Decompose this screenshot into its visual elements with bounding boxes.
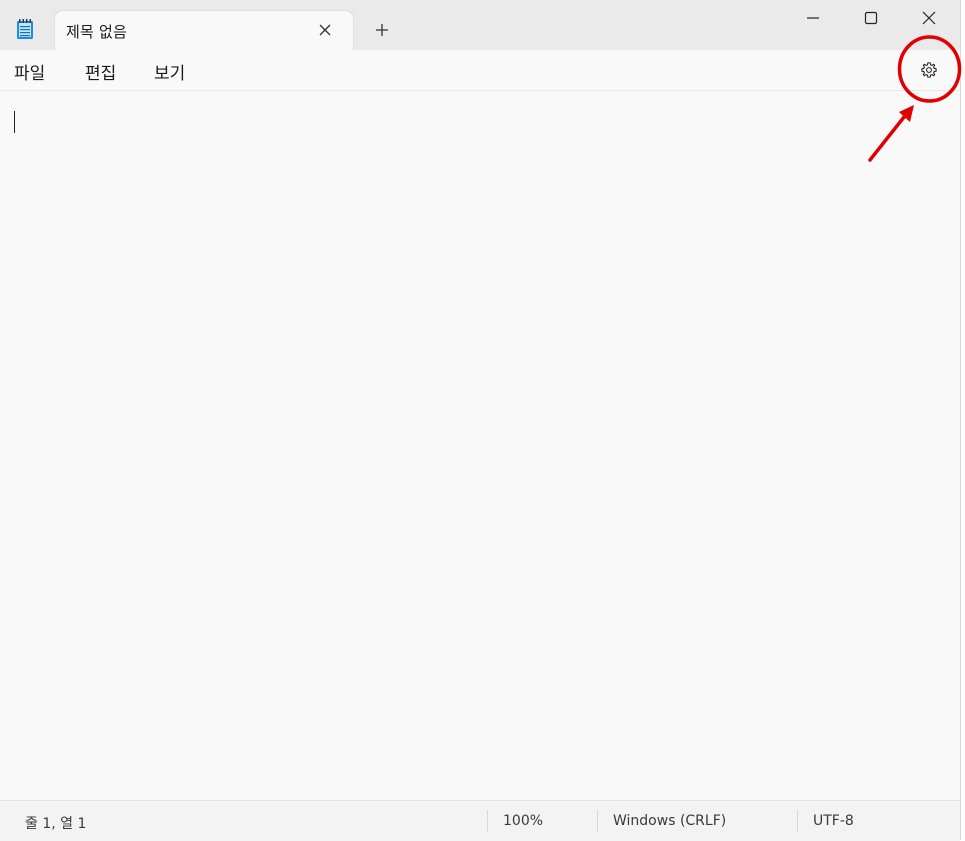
plus-icon[interactable] xyxy=(374,22,390,38)
minimize-button[interactable] xyxy=(784,0,842,34)
notepad-icon xyxy=(16,18,34,40)
text-caret xyxy=(14,111,15,133)
menu-file[interactable]: 파일 xyxy=(12,59,47,84)
maximize-icon xyxy=(864,11,878,25)
zoom-level[interactable]: 100% xyxy=(503,813,543,829)
close-icon[interactable] xyxy=(318,22,332,36)
minimize-icon xyxy=(807,17,819,19)
close-window-button[interactable] xyxy=(900,0,958,34)
status-divider xyxy=(797,810,798,832)
line-ending[interactable]: Windows (CRLF) xyxy=(613,813,726,829)
gear-icon xyxy=(921,62,937,78)
title-bar: 제목 없음 xyxy=(0,0,960,50)
settings-button[interactable] xyxy=(912,53,946,87)
encoding[interactable]: UTF-8 xyxy=(813,813,854,829)
tab-title: 제목 없음 xyxy=(66,23,127,41)
notepad-window: 제목 없음 파일 편집 보기 줄 1, 열 1 100% Windows (CR… xyxy=(0,0,961,841)
maximize-button[interactable] xyxy=(842,0,900,34)
tab-untitled[interactable]: 제목 없음 xyxy=(55,11,353,50)
text-editor[interactable] xyxy=(0,91,960,800)
status-divider xyxy=(487,810,488,832)
menu-bar: 파일 편집 보기 xyxy=(0,50,960,91)
close-icon xyxy=(922,11,936,25)
menu-view[interactable]: 보기 xyxy=(152,59,187,84)
cursor-position: 줄 1, 열 1 xyxy=(25,816,87,832)
status-divider xyxy=(597,810,598,832)
menu-edit[interactable]: 편집 xyxy=(83,59,118,84)
status-bar: 줄 1, 열 1 100% Windows (CRLF) UTF-8 xyxy=(0,800,960,841)
